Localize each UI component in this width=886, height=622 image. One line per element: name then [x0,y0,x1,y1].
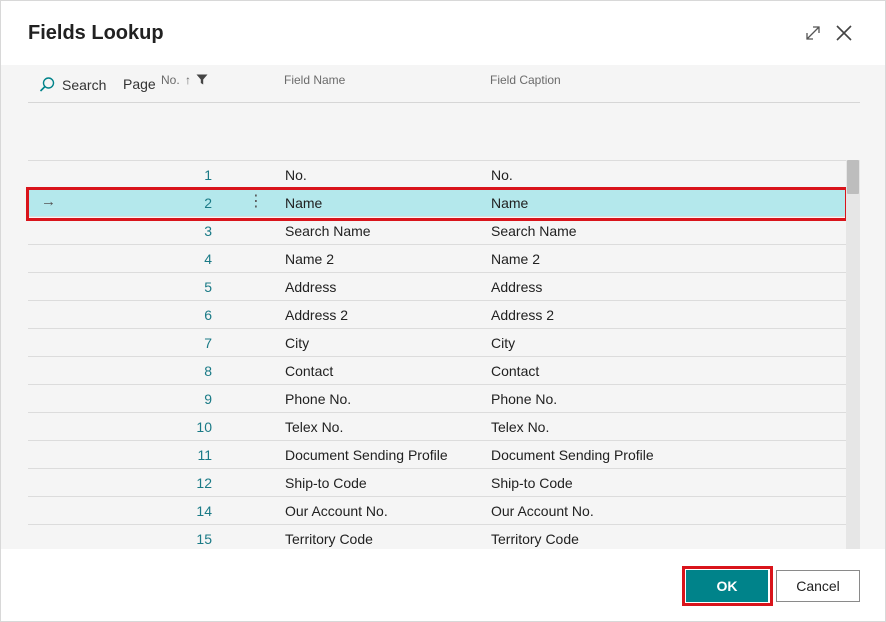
table-row-selected[interactable]: → 2 ⋮ Name Name [28,189,846,217]
column-header-field-name[interactable]: Field Name [284,73,345,87]
fields-lookup-dialog: Fields Lookup Search Page No. ↑ Field Na… [0,0,886,622]
row-field-caption: Ship-to Code [491,475,573,491]
table-row[interactable]: 10 Telex No. Telex No. [28,413,846,441]
row-field-caption: Telex No. [491,419,550,435]
row-field-caption: Search Name [491,223,577,239]
sort-ascending-icon: ↑ [185,73,192,87]
search-icon [39,77,55,92]
vertical-scrollbar[interactable] [846,160,860,549]
row-number: 8 [204,363,212,379]
table-row[interactable]: 12 Ship-to Code Ship-to Code [28,469,846,497]
dialog-header: Fields Lookup [1,1,885,65]
row-number: 15 [196,531,212,547]
row-number: 10 [196,419,212,435]
table-row[interactable]: 9 Phone No. Phone No. [28,385,846,413]
row-field-name: City [285,335,310,351]
row-field-name: Document Sending Profile [285,447,448,463]
dialog-title: Fields Lookup [28,22,164,44]
row-field-caption: Name 2 [491,251,541,267]
row-number: 4 [204,251,212,267]
row-field-caption: Document Sending Profile [491,447,654,463]
row-field-name: Address [285,279,337,295]
row-field-name: Contact [285,363,334,379]
fields-list: 1 No. No. → 2 ⋮ Name Name 3 Search Name … [28,161,846,549]
table-row[interactable]: 15 Territory Code Territory Code [28,525,846,549]
row-menu-icon[interactable]: ⋮ [248,191,264,213]
table-row[interactable]: 4 Name 2 Name 2 [28,245,846,273]
row-number: 1 [204,167,212,183]
page-action[interactable]: Page [123,76,156,92]
row-field-name: Our Account No. [285,503,388,519]
row-field-caption: Our Account No. [491,503,594,519]
table-row[interactable]: 14 Our Account No. Our Account No. [28,497,846,525]
row-arrow-icon: → [41,193,56,210]
dialog-footer: OK Cancel [1,549,885,621]
row-field-name: Address 2 [285,307,349,323]
row-field-name: Name [285,195,323,211]
row-field-caption: Contact [491,363,540,379]
row-number: 12 [196,475,212,491]
table-row[interactable]: 3 Search Name Search Name [28,217,846,245]
row-field-caption: Name [491,195,529,211]
column-header-field-caption[interactable]: Field Caption [490,73,561,87]
ok-button[interactable]: OK [686,570,768,602]
row-field-caption: City [491,335,516,351]
row-field-caption: Territory Code [491,531,579,547]
row-field-caption: Address [491,279,543,295]
column-header-no-label: No. [161,73,180,87]
row-number: 6 [204,307,212,323]
row-field-name: Phone No. [285,391,352,407]
table-row[interactable]: 7 City City [28,329,846,357]
cancel-button[interactable]: Cancel [776,570,860,602]
close-icon[interactable] [832,21,856,45]
row-number: 11 [197,447,212,463]
page-label: Page [123,76,156,92]
search-action[interactable]: Search [38,76,106,94]
row-field-caption: Phone No. [491,391,558,407]
row-number: 7 [204,335,212,351]
row-number: 14 [196,503,212,519]
table-row[interactable]: 1 No. No. [28,161,846,189]
column-header-no[interactable]: No. ↑ [161,73,208,87]
row-field-caption: Address 2 [491,307,555,323]
row-field-name: Name 2 [285,251,335,267]
search-label: Search [62,77,107,93]
table-row[interactable]: 5 Address Address [28,273,846,301]
row-field-name: Search Name [285,223,371,239]
action-bar: Search Page [28,65,860,103]
row-number: 5 [204,279,212,295]
row-field-name: No. [285,167,307,183]
row-field-name: Territory Code [285,531,373,547]
row-number: 2 [204,195,212,211]
scrollbar-thumb[interactable] [847,160,859,194]
row-number: 3 [204,223,212,239]
table-row[interactable]: 6 Address 2 Address 2 [28,301,846,329]
row-field-name: Ship-to Code [285,475,367,491]
table-row[interactable]: 11 Document Sending Profile Document Sen… [28,441,846,469]
row-field-name: Telex No. [285,419,344,435]
filter-icon[interactable] [196,74,208,85]
row-field-caption: No. [491,167,513,183]
expand-icon[interactable] [801,21,825,45]
row-number: 9 [204,391,212,407]
table-row[interactable]: 8 Contact Contact [28,357,846,385]
